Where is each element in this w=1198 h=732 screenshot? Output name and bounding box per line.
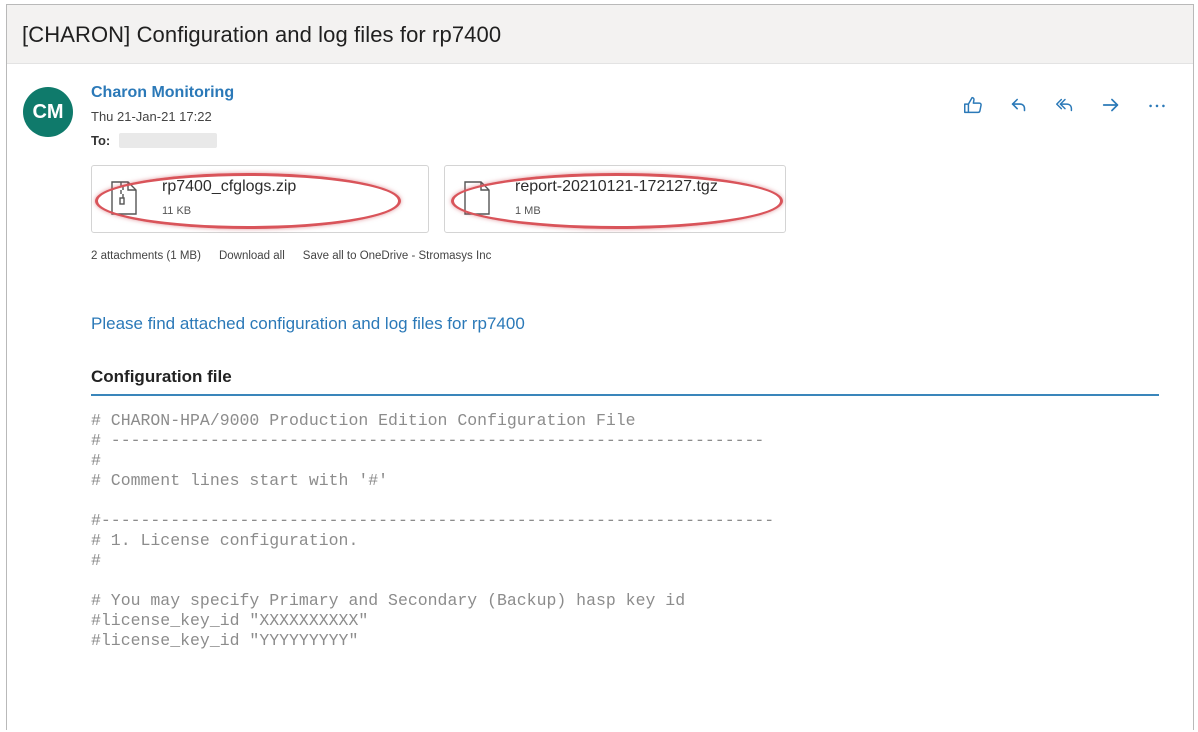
like-button[interactable] <box>961 93 985 117</box>
code-line: # Comment lines start with '#' <box>91 471 389 490</box>
recipient-redacted <box>119 133 217 148</box>
reply-button[interactable] <box>1007 93 1031 117</box>
code-line: #---------------------------------------… <box>91 511 775 530</box>
email-reading-pane: [CHARON] Configuration and log files for… <box>6 4 1194 730</box>
attachment-card[interactable]: report-20210121-172127.tgz 1 MB <box>444 165 786 233</box>
email-date: Thu 21-Jan-21 17:22 <box>91 109 212 124</box>
sender-name[interactable]: Charon Monitoring <box>91 84 234 102</box>
attachments-bar: 2 attachments (1 MB) Download all Save a… <box>91 250 491 262</box>
save-to-onedrive-link[interactable]: Save all to OneDrive - Stromasys Inc <box>303 250 492 262</box>
code-line: #license_key_id "YYYYYYYYY" <box>91 631 359 650</box>
code-line: # You may specify Primary and Secondary … <box>91 591 686 610</box>
message-actions <box>961 93 1169 117</box>
config-code-block: # CHARON-HPA/9000 Production Edition Con… <box>91 411 774 651</box>
code-line: #license_key_id "XXXXXXXXXX" <box>91 611 369 630</box>
code-line: # CHARON-HPA/9000 Production Edition Con… <box>91 411 636 430</box>
code-line: # <box>91 551 101 570</box>
attachment-filename[interactable]: rp7400_cfglogs.zip <box>162 178 296 196</box>
thumbs-up-icon <box>964 96 982 114</box>
attachment-size: 1 MB <box>515 205 541 217</box>
more-icon <box>1149 104 1165 108</box>
config-file-heading: Configuration file <box>91 367 232 386</box>
subject-bar: [CHARON] Configuration and log files for… <box>7 5 1193 64</box>
forward-button[interactable] <box>1099 93 1123 117</box>
code-line: # 1. License configuration. <box>91 531 359 550</box>
heading-divider <box>91 394 1159 396</box>
reply-icon <box>1011 98 1026 112</box>
to-label: To: <box>91 133 111 148</box>
reply-all-icon <box>1056 98 1073 112</box>
attachments-summary: 2 attachments (1 MB) <box>91 250 201 262</box>
file-icon <box>464 181 490 215</box>
code-line: # --------------------------------------… <box>91 431 765 450</box>
body-intro-text: Please find attached configuration and l… <box>91 314 525 333</box>
attachment-filename[interactable]: report-20210121-172127.tgz <box>515 178 718 196</box>
reply-all-button[interactable] <box>1053 93 1077 117</box>
email-subject: [CHARON] Configuration and log files for… <box>22 22 502 47</box>
code-line: # <box>91 451 101 470</box>
attachment-card[interactable]: rp7400_cfglogs.zip 11 KB <box>91 165 429 233</box>
avatar[interactable]: CM <box>23 87 73 137</box>
more-actions-button[interactable] <box>1145 93 1169 117</box>
attachment-size: 11 KB <box>162 205 192 217</box>
forward-icon <box>1102 98 1119 112</box>
zip-file-icon <box>111 181 137 215</box>
download-all-link[interactable]: Download all <box>219 250 285 262</box>
